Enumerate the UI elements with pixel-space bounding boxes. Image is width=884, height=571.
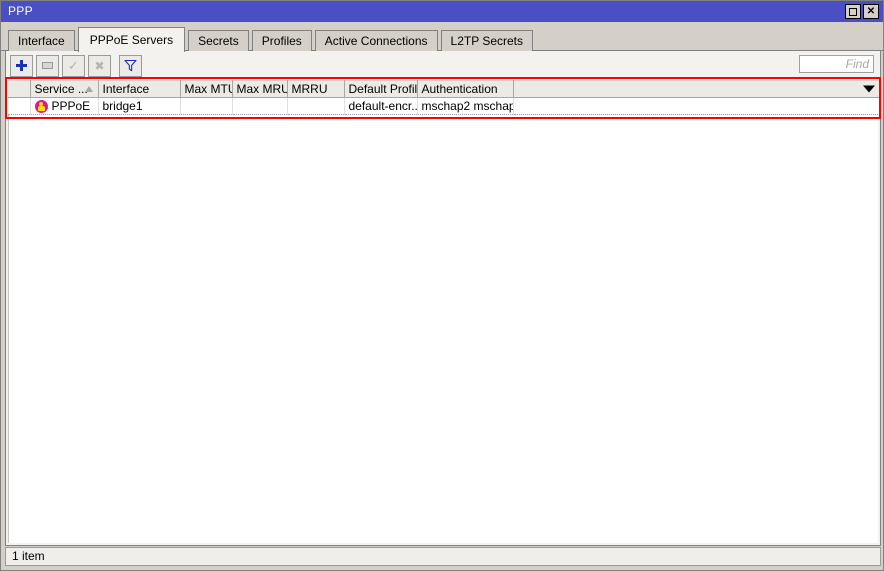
column-header-authentication[interactable]: Authentication [417, 80, 514, 98]
tab-active-connections[interactable]: Active Connections [314, 30, 438, 51]
find-input[interactable]: Find [799, 55, 874, 73]
table-toolbar: ✓ ✖ Find [6, 51, 880, 78]
tab-interface[interactable]: Interface [8, 30, 75, 51]
pppoe-server-icon [34, 99, 48, 113]
cell-max-mru [232, 97, 288, 115]
check-icon: ✓ [68, 58, 79, 73]
table-row[interactable]: PPPoE bridge1 default-encr... mschap2 ms… [8, 97, 880, 115]
tab-secrets[interactable]: Secrets [188, 30, 249, 51]
ppp-window: PPP ✕ Interface PPPoE Servers Secrets Pr… [0, 0, 884, 571]
pppoe-servers-table-container: Service ... Interface Max MTU Max MRU MR… [8, 80, 880, 543]
cell-default-profile: default-encr... [344, 97, 418, 115]
maximize-button[interactable] [845, 4, 861, 19]
cell-authentication: mschap2 mschap... [417, 97, 514, 115]
column-header-max-mtu[interactable]: Max MTU [180, 80, 233, 98]
cell-service-text: PPPoE [51, 99, 91, 113]
chevron-down-icon [863, 85, 875, 93]
add-button[interactable] [10, 54, 33, 77]
cell-service: PPPoE [30, 97, 99, 115]
window-title: PPP [8, 4, 33, 18]
enable-button[interactable]: ✓ [62, 54, 85, 77]
pppoe-servers-table: Service ... Interface Max MTU Max MRU MR… [8, 80, 880, 115]
column-label-service: Service ... [34, 82, 88, 96]
cell-extra [513, 97, 880, 115]
window-controls: ✕ [845, 4, 881, 19]
disable-button[interactable]: ✖ [88, 54, 111, 77]
status-bar: 1 item [5, 547, 881, 566]
column-header-service[interactable]: Service ... [30, 80, 99, 98]
column-header-flags [8, 80, 31, 98]
close-button[interactable]: ✕ [863, 4, 879, 19]
filter-button[interactable] [119, 54, 142, 77]
cell-mrru [287, 97, 345, 115]
column-header-interface[interactable]: Interface [98, 80, 181, 98]
pppoe-servers-panel: ✓ ✖ Find Service ... Interface Max MTU M… [5, 51, 881, 546]
cell-interface: bridge1 [98, 97, 181, 115]
column-header-default-profile[interactable]: Default Profile [344, 80, 418, 98]
column-header-mrru[interactable]: MRRU [287, 80, 345, 98]
cross-icon: ✖ [94, 58, 105, 73]
row-flags-cell [8, 97, 31, 115]
tab-l2tp-secrets[interactable]: L2TP Secrets [440, 30, 533, 51]
close-icon: ✕ [866, 5, 876, 17]
tab-pppoe-servers[interactable]: PPPoE Servers [77, 27, 186, 52]
maximize-icon [849, 7, 857, 16]
column-header-max-mru[interactable]: Max MRU [232, 80, 288, 98]
tab-profiles[interactable]: Profiles [251, 30, 312, 51]
remove-button[interactable] [36, 54, 59, 77]
sort-ascending-icon [84, 86, 93, 92]
column-header-chooser[interactable] [513, 80, 880, 98]
cell-max-mtu [180, 97, 233, 115]
plus-icon [16, 60, 27, 71]
window-titlebar: PPP ✕ [1, 1, 883, 22]
tab-strip: Interface PPPoE Servers Secrets Profiles… [1, 22, 883, 52]
table-header-row: Service ... Interface Max MTU Max MRU MR… [8, 80, 880, 98]
minus-icon [42, 62, 53, 69]
funnel-icon [124, 59, 137, 72]
